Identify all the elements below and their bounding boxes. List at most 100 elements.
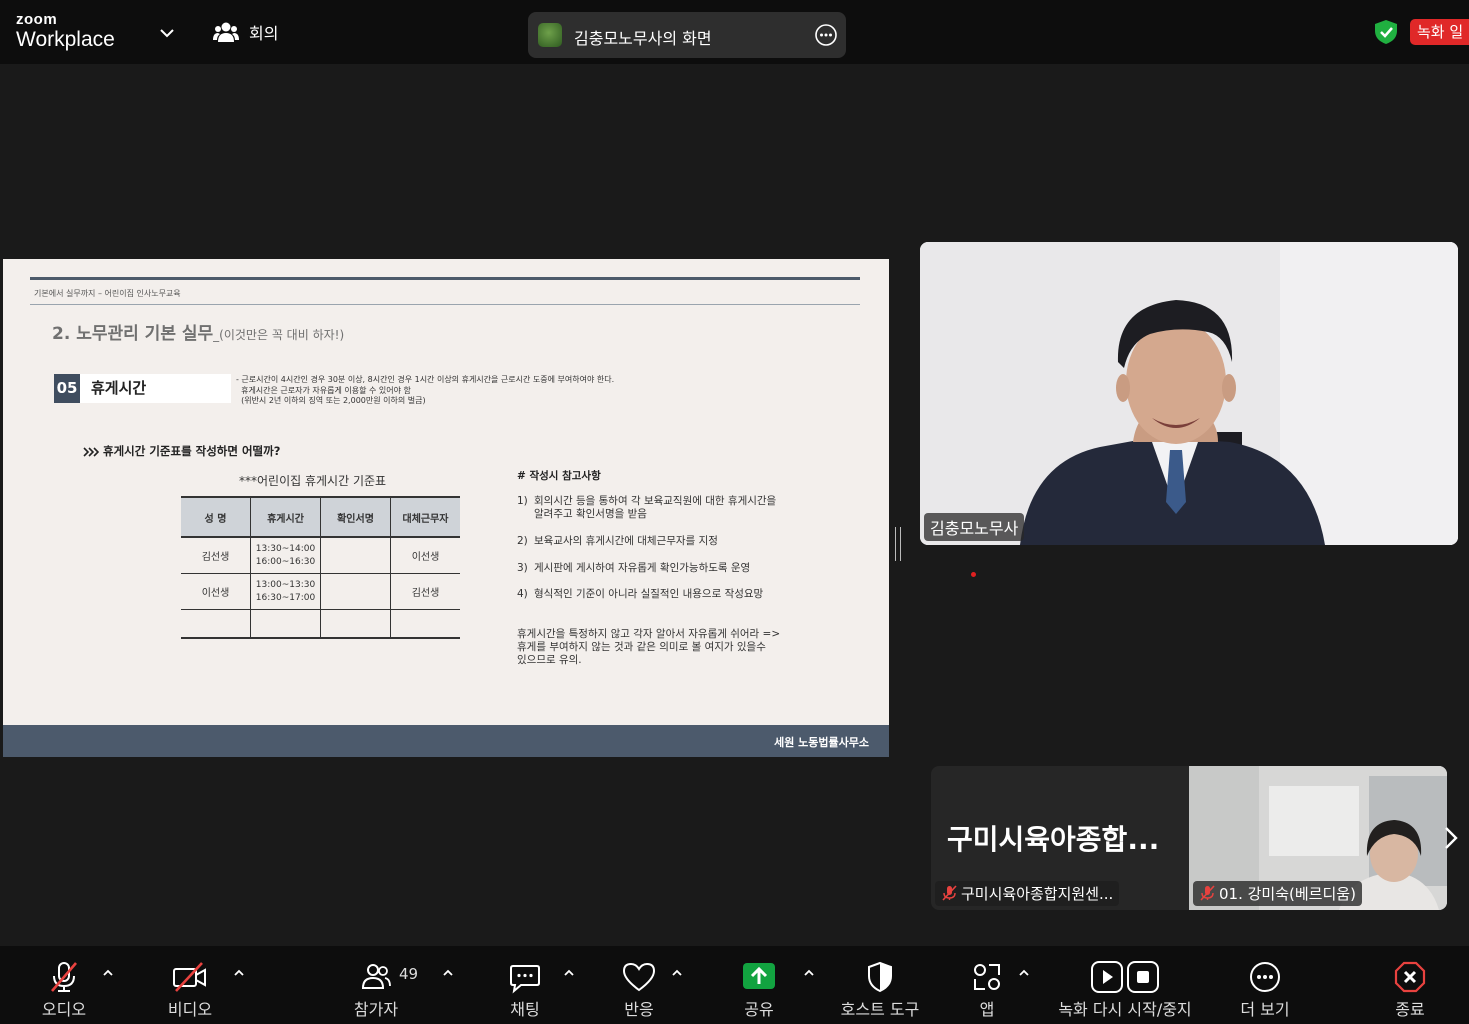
table-header: 휴게시간 <box>250 496 321 538</box>
chat-button[interactable]: 채팅 <box>493 960 557 1020</box>
zoom-workplace-logo[interactable]: zoom Workplace <box>16 12 115 50</box>
meeting-button[interactable]: 회의 <box>213 20 278 44</box>
note-text: 회의시간 등을 통하여 각 보육교직원에 대한 휴게시간을 알려주고 확인서명을… <box>534 495 777 520</box>
heart-icon <box>622 962 656 992</box>
speaker-video-frame <box>920 242 1458 545</box>
more-options-icon[interactable] <box>814 23 838 47</box>
table-title: ***어린이집 휴게시간 기준표 <box>239 474 387 488</box>
mic-muted-icon <box>942 885 957 901</box>
double-chevron-icon <box>83 446 100 457</box>
participant-name-label: 01. 강미숙(베르디움) <box>1193 881 1362 906</box>
video-options-caret-icon[interactable] <box>233 968 245 978</box>
chevron-down-icon[interactable] <box>158 24 176 42</box>
note-number: 2) <box>517 535 528 547</box>
participant-label-text: 01. 강미숙(베르디움) <box>1219 885 1356 903</box>
participant-label-text: 구미시육아종합지원센... <box>961 885 1114 903</box>
section-number: 05 <box>54 374 80 403</box>
speaker-name-label: 김충모노무사 <box>924 513 1025 541</box>
shield-icon <box>868 961 892 993</box>
section-title: 휴게시간 <box>80 374 231 403</box>
participants-options-caret-icon[interactable] <box>442 968 454 978</box>
note-number: 4) <box>517 588 528 600</box>
table-cell <box>250 609 321 639</box>
participant-name-label: 구미시육아종합지원센... <box>935 881 1120 906</box>
reactions-button[interactable]: 반응 <box>607 960 671 1020</box>
slide-title-sub: _(이것만은 꼭 대비 하자!) <box>213 328 345 342</box>
end-x-icon <box>1394 961 1426 993</box>
slide-title-main: 2. 노무관리 기본 실무 <box>52 324 214 344</box>
end-label: 종료 <box>1395 1000 1425 1019</box>
slide-top-rule <box>30 277 860 280</box>
indicator-dot <box>971 572 976 577</box>
participant-tile[interactable]: 구미시육아종합... 구미시육아종합지원센... <box>931 766 1189 910</box>
notes-heading: # 작성시 참고사항 <box>517 470 601 482</box>
table-cell: 13:30~14:00 16:00~16:30 <box>250 537 321 574</box>
participants-group-icon <box>213 22 239 42</box>
table-row: 이선생 13:00~13:30 16:30~17:00 김선생 <box>181 573 460 610</box>
question-line: 휴게시간 기준표를 작성하면 어떨까? <box>83 443 280 459</box>
table-header: 대체근무자 <box>390 496 460 538</box>
meeting-label: 회의 <box>249 24 279 43</box>
logo-workplace-text: Workplace <box>16 28 115 51</box>
table-cell: 13:00~13:30 16:30~17:00 <box>250 573 321 610</box>
host-tools-button[interactable]: 호스트 도구 <box>832 960 928 1020</box>
note-text: 보육교사의 휴게시간에 대체근무자를 지정 <box>534 535 718 547</box>
slide-footer-bar: 세원 노동법률사무소 <box>3 725 889 757</box>
more-label: 더 보기 <box>1240 1000 1290 1019</box>
table-cell <box>320 537 391 574</box>
note-text: 게시판에 게시하여 자유롭게 확인가능하도록 운영 <box>534 562 751 574</box>
share-button[interactable]: 공유 <box>727 960 791 1020</box>
audio-button[interactable]: 오디오 <box>32 960 96 1020</box>
slide-small-header: 기본에서 실무까지 – 어린이집 인사노무교육 <box>34 289 181 298</box>
slide-sub-rule <box>30 304 860 305</box>
chat-icon <box>510 965 540 994</box>
apps-label: 앱 <box>979 1000 995 1019</box>
video-off-icon <box>173 962 206 992</box>
table-row: 김선생 13:30~14:00 16:00~16:30 이선생 <box>181 537 460 574</box>
table-cell: 이선생 <box>390 537 460 574</box>
chevron-right-icon[interactable] <box>1440 824 1462 852</box>
table-cell <box>320 609 391 639</box>
note-number: 1) <box>517 495 528 507</box>
table-cell <box>390 609 460 639</box>
play-stop-icon <box>1091 961 1159 993</box>
shared-screen-slide: 기본에서 실무까지 – 어린이집 인사노무교육 2. 노무관리 기본 실무_(이… <box>3 259 889 757</box>
share-label: 공유 <box>744 1000 774 1019</box>
note-item: 1) 회의시간 등을 통하여 각 보육교직원에 대한 휴게시간을 알려주고 확인서… <box>517 495 776 521</box>
note-item: 4) 형식적인 기준이 아니라 실질적인 내용으로 작성요망 <box>517 588 763 601</box>
participants-label: 참가자 <box>353 1000 399 1019</box>
recording-controls-label: 녹화 다시 시작/중지 <box>1058 1000 1192 1019</box>
table-cell: 이선생 <box>181 573 251 610</box>
warning-text: 휴게시간을 특정하지 않고 각자 알아서 자유롭게 쉬어라 => 휴게를 부여하… <box>517 628 781 666</box>
participant-tile[interactable]: 01. 강미숙(베르디움) <box>1189 766 1447 910</box>
question-text: 휴게시간 기준표를 작성하면 어떨까? <box>103 444 281 458</box>
screen-share-indicator[interactable]: 김충모노무사의 화면 <box>528 12 846 58</box>
table-header-row: 성 명 휴게시간 확인서명 대체근무자 <box>181 496 460 538</box>
table-cell: 김선생 <box>181 537 251 574</box>
end-meeting-button[interactable]: 종료 <box>1378 960 1442 1020</box>
audio-label: 오디오 <box>41 1000 87 1019</box>
share-title: 김충모노무사의 화면 <box>574 29 712 48</box>
recording-badge[interactable]: 녹화 일 <box>1410 19 1469 45</box>
meeting-toolbar: 오디오 비디오 참가자 49 채팅 반응 공유 호스트 도구 앱 녹화 다시 시… <box>0 946 1469 1024</box>
reactions-options-caret-icon[interactable] <box>671 968 683 978</box>
apps-options-caret-icon[interactable] <box>1018 968 1030 978</box>
participants-icon <box>361 964 391 989</box>
security-shield-icon[interactable] <box>1373 19 1399 45</box>
table-cell <box>181 609 251 639</box>
section-note: - 근로시간이 4시간인 경우 30분 이상, 8시간인 경우 1시간 이상의 … <box>236 375 615 405</box>
table-cell <box>320 573 391 610</box>
chat-options-caret-icon[interactable] <box>563 968 575 978</box>
apps-button[interactable]: 앱 <box>955 960 1019 1020</box>
more-button[interactable]: 더 보기 <box>1232 960 1298 1020</box>
recording-controls-button[interactable]: 녹화 다시 시작/중지 <box>1050 960 1200 1020</box>
chat-label: 채팅 <box>510 1000 540 1019</box>
share-screen-icon <box>743 963 775 989</box>
video-button[interactable]: 비디오 <box>158 960 222 1020</box>
speaker-video[interactable]: 김충모노무사 <box>920 242 1458 545</box>
audio-options-caret-icon[interactable] <box>102 968 114 978</box>
split-view-resize-handle[interactable] <box>895 527 901 561</box>
share-options-caret-icon[interactable] <box>803 968 815 978</box>
top-bar: zoom Workplace 회의 김충모노무사의 화면 녹화 일 <box>0 0 1469 64</box>
sharer-avatar <box>538 23 562 47</box>
